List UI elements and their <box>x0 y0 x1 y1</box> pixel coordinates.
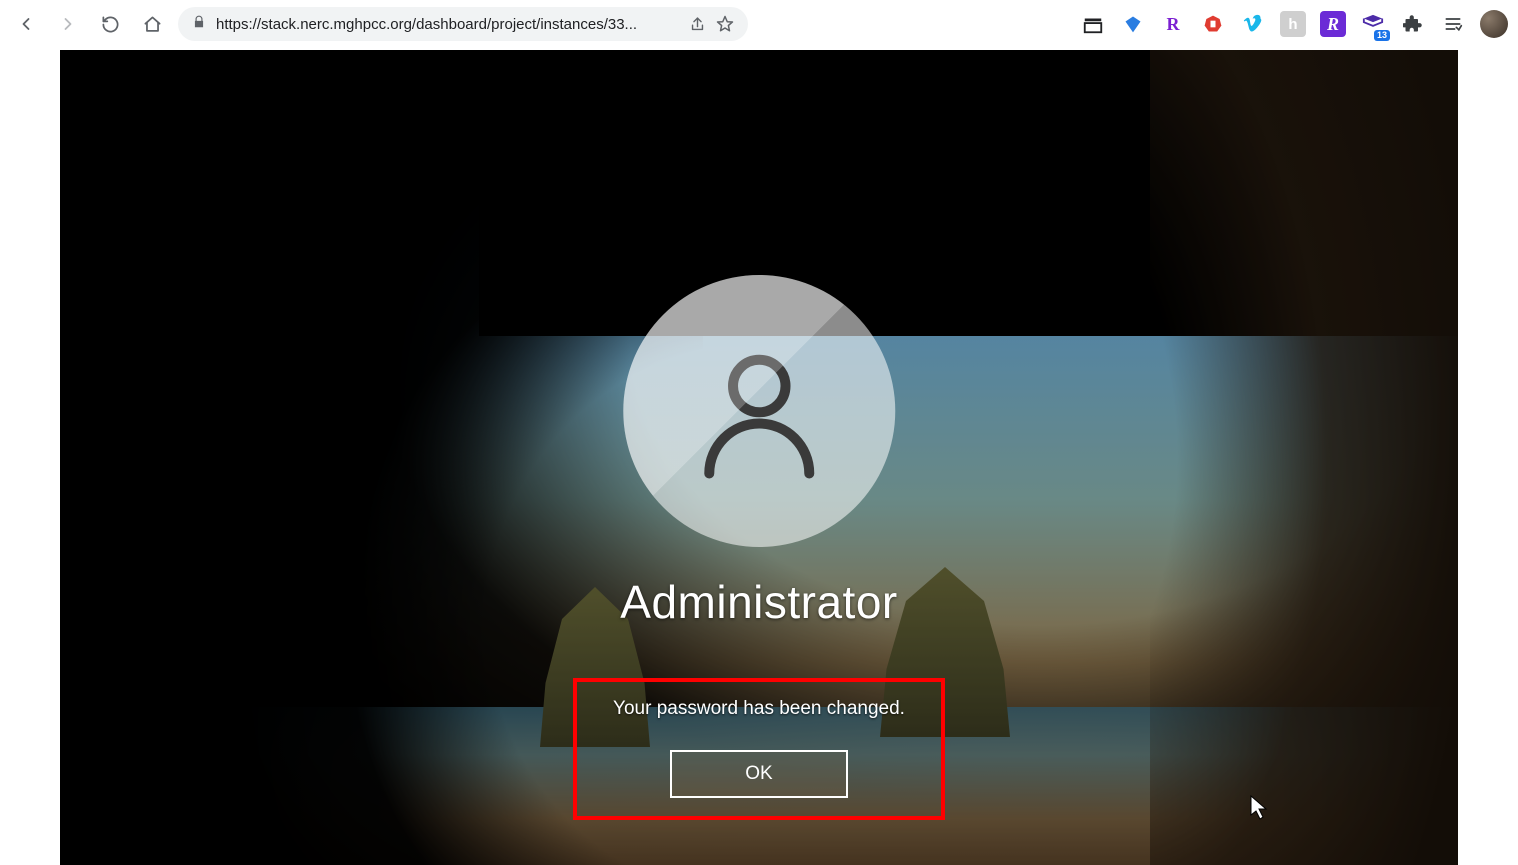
profile-avatar[interactable] <box>1480 10 1508 38</box>
ok-button[interactable]: OK <box>670 750 848 798</box>
username-label: Administrator <box>620 575 897 629</box>
annotation-highlight: Your password has been changed. OK <box>573 678 945 820</box>
home-button[interactable] <box>136 8 168 40</box>
extension-icon[interactable]: R <box>1160 11 1186 37</box>
extension-icon[interactable]: h <box>1280 11 1306 37</box>
reload-button[interactable] <box>94 8 126 40</box>
extension-icon[interactable] <box>1120 11 1146 37</box>
browser-toolbar: https://stack.nerc.mghpcc.org/dashboard/… <box>0 0 1518 48</box>
status-message: Your password has been changed. <box>613 698 905 720</box>
url-text: https://stack.nerc.mghpcc.org/dashboard/… <box>216 16 679 33</box>
lock-icon <box>192 15 206 33</box>
extension-icon[interactable]: 13 <box>1360 11 1386 37</box>
extension-icon[interactable] <box>1080 11 1106 37</box>
bookmark-star-icon[interactable] <box>716 15 734 33</box>
extensions-menu-icon[interactable] <box>1400 11 1426 37</box>
back-button[interactable] <box>10 8 42 40</box>
share-icon[interactable] <box>689 16 706 33</box>
extension-icon[interactable] <box>1200 11 1226 37</box>
extension-icon[interactable] <box>1240 11 1266 37</box>
reading-list-icon[interactable] <box>1440 11 1466 37</box>
address-bar[interactable]: https://stack.nerc.mghpcc.org/dashboard/… <box>178 7 748 41</box>
page-content: Administrator Your password has been cha… <box>0 48 1518 865</box>
extension-icon[interactable]: R <box>1320 11 1346 37</box>
extensions-row: R h R 13 <box>1080 10 1508 38</box>
user-avatar-icon <box>623 275 895 547</box>
lock-screen-center: Administrator <box>620 275 897 629</box>
vnc-console[interactable]: Administrator Your password has been cha… <box>60 50 1458 865</box>
forward-button[interactable] <box>52 8 84 40</box>
extension-badge: 13 <box>1374 30 1390 41</box>
